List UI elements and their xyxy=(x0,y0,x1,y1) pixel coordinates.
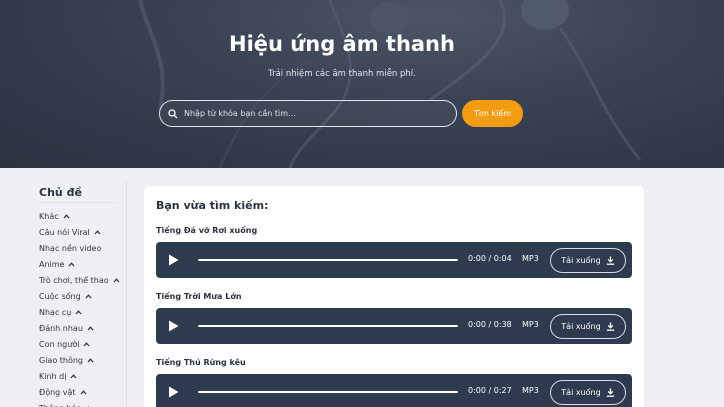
sound-item: Tiếng Trời Mưa Lớn 0:00 / 0:38 MP3 Tải xuốn… xyxy=(156,292,632,344)
sidebar-item[interactable]: Anime xyxy=(39,256,120,272)
play-icon[interactable] xyxy=(168,386,179,398)
chevron-up-icon xyxy=(83,341,90,346)
download-button[interactable]: Tải xuống xyxy=(550,380,626,405)
audio-player: 0:00 / 0:38 MP3 Tải xuống xyxy=(156,308,632,344)
sidebar-item[interactable]: Giao thông xyxy=(39,352,120,368)
sidebar-item-label: Khác xyxy=(39,211,59,221)
search-input[interactable] xyxy=(184,109,444,118)
playback-time: 0:00 / 0:38 xyxy=(468,320,512,329)
chevron-up-icon xyxy=(87,325,94,330)
sidebar-item-label: Giao thông xyxy=(39,355,84,365)
sidebar-item[interactable]: Câu nói Viral xyxy=(39,224,120,240)
sidebar-item-label: Con người xyxy=(39,339,80,349)
sound-title: Tiếng Trời Mưa Lớn xyxy=(156,292,242,301)
file-format: MP3 xyxy=(522,320,539,329)
sound-item: Tiếng Thú Rừng kêu 0:00 / 0:27 MP3 Tải xuốn… xyxy=(156,358,632,407)
sidebar-item-label: Động vật xyxy=(39,387,76,397)
sidebar-item[interactable]: Nhạc nền video xyxy=(39,240,120,256)
sound-title: Tiếng Đá vỡ Rơi xuống xyxy=(156,226,258,235)
chevron-up-icon xyxy=(68,261,75,266)
chevron-up-icon xyxy=(85,293,92,298)
chevron-up-icon xyxy=(94,229,101,234)
sidebar-item[interactable]: Nhạc cụ xyxy=(39,304,120,320)
chevron-up-icon xyxy=(70,373,77,378)
sidebar-item-label: Đánh nhau xyxy=(39,323,83,333)
sidebar-divider xyxy=(39,202,117,203)
play-icon[interactable] xyxy=(168,254,179,266)
download-label: Tải xuống xyxy=(561,388,601,397)
results-panel: Bạn vừa tìm kiếm: Tiếng Đá vỡ Rơi xuống 0… xyxy=(144,186,644,407)
search-button[interactable]: Tìm kiếm xyxy=(462,100,523,127)
sound-item: Tiếng Đá vỡ Rơi xuống 0:00 / 0:04 MP3 Tải x… xyxy=(156,226,632,278)
sidebar-item-label: Trò chơi, thể thao xyxy=(39,275,109,285)
earphones-background-decoration xyxy=(138,0,642,168)
sidebar-item[interactable]: Con người xyxy=(39,336,120,352)
chevron-up-icon xyxy=(63,213,70,218)
chevron-up-icon xyxy=(113,277,120,282)
audio-player: 0:00 / 0:27 MP3 Tải xuống xyxy=(156,374,632,407)
sidebar-item[interactable]: Khác xyxy=(39,208,120,224)
chevron-up-icon xyxy=(80,389,87,394)
topics-sidebar: Chủ đề Khác Câu nói Viral Nhạc nền video An… xyxy=(29,180,127,407)
sidebar-item-label: Anime xyxy=(39,259,65,269)
download-label: Tải xuống xyxy=(561,322,601,331)
sidebar-item[interactable]: Thông báo xyxy=(39,400,120,407)
download-button[interactable]: Tải xuống xyxy=(550,314,626,339)
page-title: Hiệu ứng âm thanh xyxy=(229,32,455,56)
sidebar-item[interactable]: Trò chơi, thể thao xyxy=(39,272,120,288)
download-icon xyxy=(606,388,614,397)
download-icon xyxy=(606,322,614,331)
sidebar-item-label: Câu nói Viral xyxy=(39,227,90,237)
progress-track[interactable] xyxy=(198,259,458,261)
playback-time: 0:00 / 0:27 xyxy=(468,386,512,395)
page-subtitle: Trải nhiệm các âm thanh miễn phí. xyxy=(268,69,416,79)
download-icon xyxy=(606,256,614,265)
sidebar-item[interactable]: Đánh nhau xyxy=(39,320,120,336)
sidebar-item[interactable]: Động vật xyxy=(39,384,120,400)
results-title: Bạn vừa tìm kiếm: xyxy=(156,199,269,212)
chevron-up-icon xyxy=(75,309,82,314)
audio-player: 0:00 / 0:04 MP3 Tải xuống xyxy=(156,242,632,278)
sound-title: Tiếng Thú Rừng kêu xyxy=(156,358,246,367)
topic-list: Khác Câu nói Viral Nhạc nền video Anime Trò … xyxy=(39,208,120,407)
file-format: MP3 xyxy=(522,254,539,263)
download-label: Tải xuống xyxy=(561,256,601,265)
hero-banner: Hiệu ứng âm thanh Trải nhiệm các âm than… xyxy=(0,0,724,168)
sidebar-item-label: Kinh dị xyxy=(39,371,67,381)
progress-track[interactable] xyxy=(198,325,458,327)
file-format: MP3 xyxy=(522,386,539,395)
sidebar-item-label: Cuộc sống xyxy=(39,291,81,301)
chevron-up-icon xyxy=(87,357,94,362)
sidebar-item[interactable]: Cuộc sống xyxy=(39,288,120,304)
search-icon xyxy=(168,108,178,118)
sidebar-item-label: Nhạc cụ xyxy=(39,307,72,317)
sidebar-item-label: Nhạc nền video xyxy=(39,243,102,253)
sidebar-title: Chủ đề xyxy=(39,186,82,199)
sidebar-item-label: Thông báo xyxy=(39,404,81,407)
playback-time: 0:00 / 0:04 xyxy=(468,254,512,263)
play-icon[interactable] xyxy=(168,320,179,332)
search-box[interactable] xyxy=(159,100,457,127)
progress-track[interactable] xyxy=(198,391,458,393)
sidebar-item[interactable]: Kinh dị xyxy=(39,368,120,384)
download-button[interactable]: Tải xuống xyxy=(550,248,626,273)
